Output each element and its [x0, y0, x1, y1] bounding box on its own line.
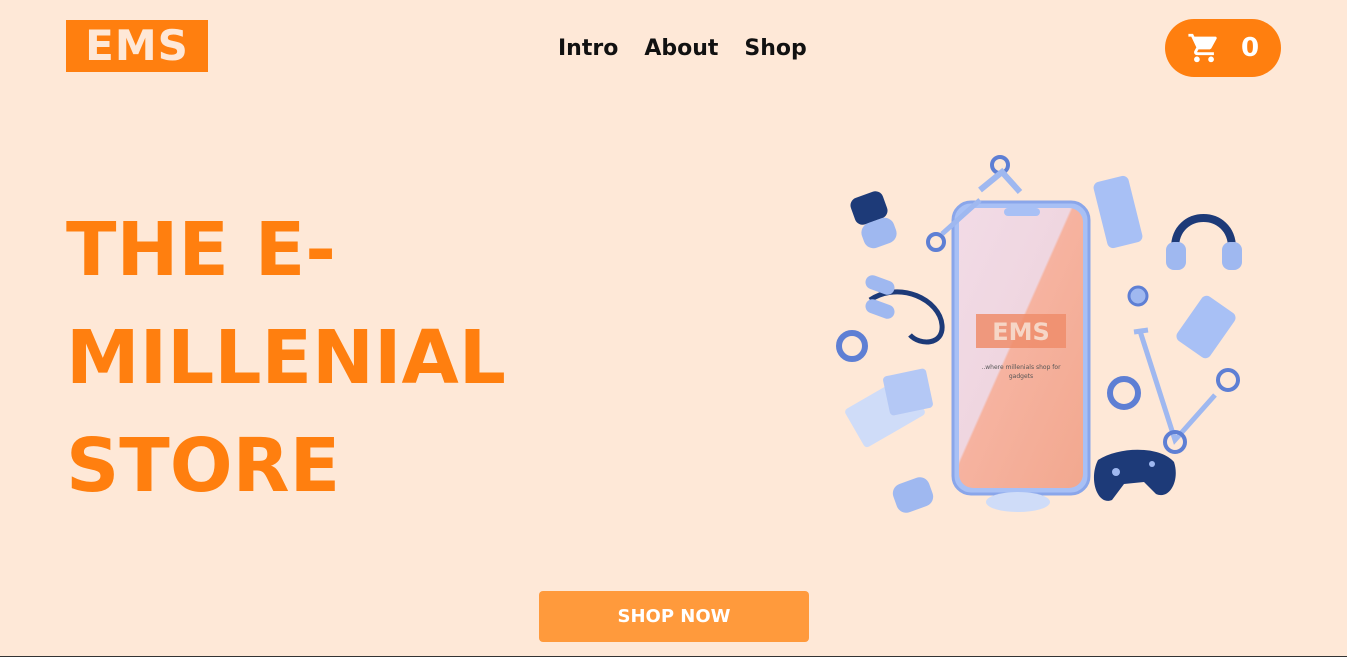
- cart-button[interactable]: 0: [1165, 19, 1281, 77]
- headphones-icon: [1166, 214, 1242, 270]
- logo[interactable]: EMS: [66, 20, 208, 72]
- hero-title-line-2: MILLENIAL: [66, 315, 506, 401]
- hero-gadgets-illustration: EMS ..where millenials shop for gadgets: [836, 155, 1242, 513]
- svg-text:EMS: EMS: [992, 318, 1050, 346]
- svg-text:..where millenials shop for: ..where millenials shop for: [981, 364, 1061, 371]
- page: EMS Intro About Shop 0 THE E- MILLENIAL …: [0, 0, 1347, 657]
- nav-link-shop[interactable]: Shop: [744, 34, 806, 64]
- hero-title-line-3: STORE: [66, 423, 341, 509]
- scooter-icon: [1133, 327, 1240, 454]
- smartwatch-icon: [850, 191, 897, 249]
- cart-count: 0: [1240, 33, 1260, 63]
- nav-link-about[interactable]: About: [644, 34, 718, 64]
- keyboard-icon: [845, 368, 933, 448]
- hero-title: THE E- MILLENIAL STORE: [66, 196, 626, 520]
- main-nav: Intro About Shop: [558, 34, 807, 64]
- mouse-icon: [986, 492, 1050, 512]
- watch-icon-bottom: [892, 477, 934, 513]
- gamepad-icon: [1093, 449, 1176, 501]
- hero-title-line-1: THE E-: [66, 207, 336, 293]
- cart-icon: [1188, 33, 1217, 63]
- nav-link-intro[interactable]: Intro: [558, 34, 618, 64]
- shop-now-button[interactable]: SHOP NOW: [539, 591, 809, 642]
- tablet-icon: [1093, 175, 1143, 249]
- svg-text:gadgets: gadgets: [1009, 373, 1033, 380]
